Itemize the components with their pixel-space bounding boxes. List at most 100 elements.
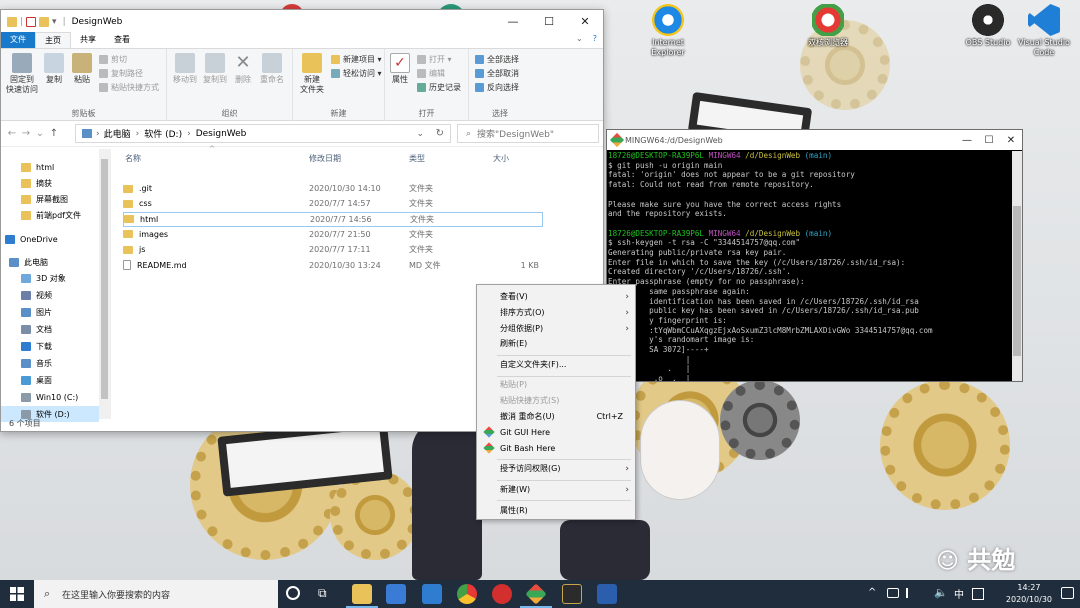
close-button[interactable]: ✕ [1000,130,1022,150]
select-none-button[interactable]: 全部取消 [475,68,519,79]
tab-view[interactable]: 查看 [105,32,139,48]
tab-share[interactable]: 共享 [71,32,105,48]
ime-icon[interactable] [972,588,984,600]
nav-item[interactable]: 前端pdf文件 [21,207,81,223]
delete-button[interactable]: ✕ 删除 [231,53,255,85]
terminal-scrollbar[interactable] [1012,151,1022,381]
menu-item-view[interactable]: 查看(V) › [477,289,635,304]
file-row[interactable]: .git 2020/10/30 14:10 文件夹 [123,181,543,196]
nav-item[interactable]: 3D 对象 [21,270,66,286]
terminal-output[interactable]: 18726@DESKTOP-RA39P6L MINGW64 /d/DesignW… [607,151,1012,381]
desktop-icon-browser[interactable]: 双核浏览器 [798,4,858,48]
menu-item-sort[interactable]: 排序方式(O) › [477,305,635,320]
netease-music-taskbar-icon[interactable] [492,584,512,604]
minimize-button[interactable]: — [495,10,531,33]
start-button[interactable] [0,580,34,608]
menu-item-git-gui[interactable]: Git GUI Here [477,425,635,440]
back-arrow-icon[interactable]: ← [5,128,19,139]
properties-icon[interactable] [26,16,37,27]
git-taskbar-icon[interactable] [525,583,547,605]
column-header-type[interactable]: 类型 [409,153,425,164]
cortana-icon[interactable] [286,586,300,600]
nav-scrollbar[interactable] [99,149,110,419]
menu-item-undo-rename[interactable]: 撤消 重命名(U) Ctrl+Z [477,409,635,424]
properties-button[interactable]: ✓ 属性 [387,53,413,85]
menu-item-refresh[interactable]: 刷新(E) [477,336,635,351]
copy-path-button[interactable]: 复制路径 [99,68,143,79]
notification-icon[interactable] [1061,587,1074,599]
forward-arrow-icon[interactable]: → [19,128,33,139]
select-all-button[interactable]: 全部选择 [475,54,519,65]
column-header-size[interactable]: 大小 [493,153,509,164]
menu-item-customize-folder[interactable]: 自定义文件夹(F)... [477,357,635,372]
league-taskbar-icon[interactable] [562,584,582,604]
battery-icon[interactable] [906,588,918,598]
easy-access-button[interactable]: 轻松访问 ▾ [331,68,382,79]
nav-item[interactable]: 摘获 [21,175,52,191]
nav-item[interactable]: 文档 [21,321,52,337]
file-explorer-taskbar-icon[interactable] [352,584,372,604]
nav-item[interactable]: OneDrive [5,231,58,247]
minimize-button[interactable]: — [956,130,978,150]
nav-item[interactable]: 桌面 [21,372,52,388]
search-input[interactable]: ⌕ 搜索"DesignWeb" [457,124,599,143]
chevron-up-icon[interactable]: ^ [868,587,876,598]
menu-item-git-bash[interactable]: Git Bash Here [477,441,635,456]
invert-selection-button[interactable]: 反向选择 [475,82,519,93]
chevron-down-icon[interactable]: ⌄ [416,129,424,139]
menu-item-properties[interactable]: 属性(R) [477,503,635,518]
title-bar[interactable]: MINGW64:/d/DesignWeb — ☐ ✕ [607,130,1022,150]
desktop-icon-ie[interactable]: Internet Explorer [638,4,698,58]
nav-item[interactable]: 下载 [21,338,52,354]
maximize-button[interactable]: ☐ [978,130,1000,150]
desktop-icon-obs[interactable]: OBS Studio [958,4,1018,48]
refresh-icon[interactable]: ↻ [436,128,444,139]
copy-to-button[interactable]: 复制到 [201,53,229,85]
nav-item[interactable]: 音乐 [21,355,52,371]
move-to-button[interactable]: 移动到 [171,53,199,85]
file-row[interactable]: README.md 2020/10/30 13:24 MD 文件 1 KB [123,258,543,273]
new-folder-button[interactable]: 新建 文件夹 [295,53,329,95]
paste-button[interactable]: 粘贴 [69,53,95,85]
word-taskbar-icon[interactable] [597,584,617,604]
new-folder-icon[interactable] [39,16,50,27]
nav-item[interactable]: 此电脑 [9,254,48,270]
chevron-down-icon[interactable]: ▾ [52,17,57,27]
mail-taskbar-icon[interactable] [422,584,442,604]
menu-item-group[interactable]: 分组依据(P) › [477,321,635,336]
nav-item[interactable]: 视频 [21,287,52,303]
rename-button[interactable]: 重命名 [257,53,287,85]
history-button[interactable]: 历史记录 [417,82,461,93]
network-icon[interactable] [887,588,899,598]
file-row[interactable]: html 2020/7/7 14:56 文件夹 [123,211,543,227]
menu-item-new[interactable]: 新建(W) › [477,482,635,497]
column-header-name[interactable]: 名称 [125,153,141,164]
cut-button[interactable]: 剪切 [99,54,127,65]
title-bar[interactable]: | ▾ | DesignWeb — ☐ ✕ [1,10,603,33]
nav-item[interactable]: html [21,159,54,175]
chevron-down-icon[interactable]: ⌄ [33,128,47,139]
menu-item-paste-shortcut[interactable]: 粘贴快捷方式(S) [477,393,635,408]
nav-item[interactable]: 屏幕截图 [21,191,68,207]
git-bash-window[interactable]: MINGW64:/d/DesignWeb — ☐ ✕ 18726@DESKTOP… [606,129,1023,382]
copy-button[interactable]: 复制 [41,53,67,85]
menu-item-paste[interactable]: 粘贴(P) [477,377,635,392]
edit-button[interactable]: 编辑 [417,68,445,79]
store-taskbar-icon[interactable] [386,584,406,604]
pin-quick-access-button[interactable]: 固定到 快速访问 [5,53,39,95]
input-language[interactable]: 中 [954,586,964,601]
clock[interactable]: 14:27 2020/10/30 [1006,582,1052,606]
tab-file[interactable]: 文件 [1,32,35,48]
column-header-date[interactable]: 修改日期 [309,153,341,164]
open-button[interactable]: 打开 ▾ [417,54,452,65]
new-item-button[interactable]: 新建项目 ▾ [331,54,382,65]
nav-item[interactable]: Win10 (C:) [21,389,78,405]
file-row[interactable]: css 2020/7/7 14:57 文件夹 [123,196,543,211]
volume-icon[interactable]: 🔈 [934,586,948,599]
up-arrow-icon[interactable]: ↑ [47,128,61,139]
file-row[interactable]: images 2020/7/7 21:50 文件夹 [123,227,543,242]
nav-item[interactable]: 图片 [21,304,52,320]
menu-item-grant-access[interactable]: 授予访问权限(G) › [477,461,635,476]
taskbar-search-input[interactable]: ⌕ 在这里输入你要搜索的内容 [34,580,278,608]
close-button[interactable]: ✕ [567,10,603,33]
